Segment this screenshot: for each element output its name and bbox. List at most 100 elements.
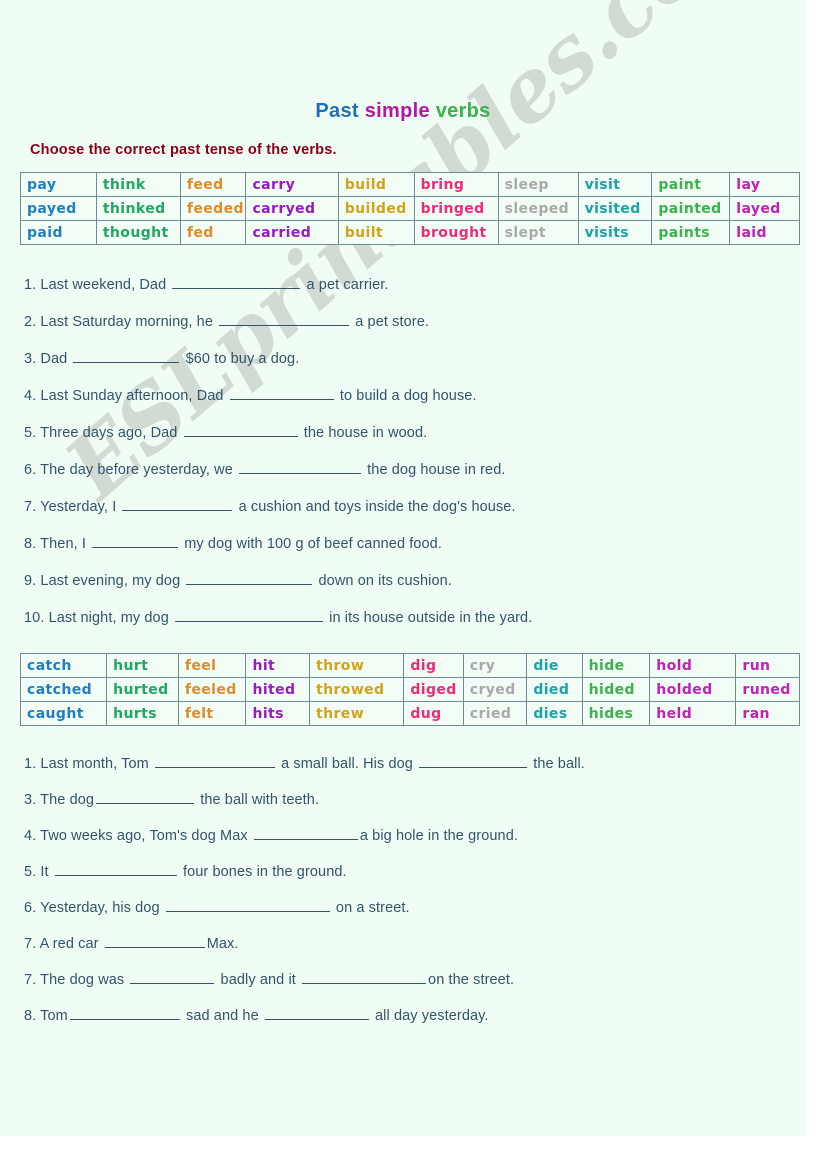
exercise-text: a pet store. xyxy=(351,314,429,330)
exercise-text: 6. Yesterday, his dog xyxy=(24,900,164,916)
verb-cell: cried xyxy=(462,701,528,726)
answer-blank[interactable] xyxy=(130,969,215,984)
verb-table-1: pay think feed carry build bring sleep visit pai… xyxy=(20,172,800,245)
verb-cell: hurted xyxy=(106,677,179,702)
verb-cell: brought xyxy=(413,220,499,245)
answer-blank[interactable] xyxy=(419,753,528,768)
title-part-verbs: verbs xyxy=(435,100,491,122)
verb-cell: holded xyxy=(649,677,737,702)
verb-cell: visit xyxy=(577,172,653,197)
exercise-group-1: 1. Last weekend, Dad a pet carrier. 2. La… xyxy=(20,267,786,637)
exercise-text: a pet carrier. xyxy=(302,277,389,293)
exercise-text: my dog with 100 g of beef canned food. xyxy=(180,536,442,552)
exercise-text: $60 to buy a dog. xyxy=(181,351,300,367)
exercise-line: 6. The day before yesterday, we the dog … xyxy=(20,452,786,489)
exercise-text: 7. The dog was xyxy=(24,972,129,988)
exercise-text: down on its cushion. xyxy=(314,573,452,589)
exercise-line: 3. Dad $60 to buy a dog. xyxy=(20,341,786,378)
table-row: paid thought fed carried built brought slept vi… xyxy=(20,220,800,245)
exercise-text: 3. The dog xyxy=(24,792,95,808)
verb-cell: carried xyxy=(245,220,339,245)
answer-blank[interactable] xyxy=(73,348,180,363)
verb-cell: bring xyxy=(413,172,499,197)
table-row: catch hurt feel hit throw dig cry die hide hold ru… xyxy=(19,653,800,678)
verb-cell: caught xyxy=(19,701,108,726)
answer-blank[interactable] xyxy=(183,422,298,437)
exercise-line: 4. Last Sunday afternoon, Dad to build a… xyxy=(20,378,786,415)
table2-body: catch hurt feel hit throw dig cry die hide hold ru… xyxy=(19,653,800,726)
exercise-text: the ball with teeth. xyxy=(196,792,320,808)
verb-cell: run xyxy=(735,653,800,678)
exercise-text: 1. Last month, Tom xyxy=(24,756,153,772)
answer-blank[interactable] xyxy=(302,969,427,984)
verb-cell: slept xyxy=(497,220,579,245)
verb-cell: held xyxy=(649,701,737,726)
verb-cell: die xyxy=(526,653,583,678)
verb-cell: threw xyxy=(309,701,405,726)
verb-cell: dig xyxy=(403,653,464,678)
answer-blank[interactable] xyxy=(253,825,358,840)
answer-blank[interactable] xyxy=(122,496,233,511)
exercise-text: 8. Tom xyxy=(24,1008,68,1024)
verb-cell: lay xyxy=(729,172,800,197)
answer-blank[interactable] xyxy=(54,861,177,876)
verb-table-2: catch hurt feel hit throw dig cry die hide hold ru… xyxy=(19,653,800,726)
exercise-line: 6. Yesterday, his dog on a street. xyxy=(20,890,786,926)
verb-cell: hold xyxy=(649,653,737,678)
exercise-text: the house in wood. xyxy=(299,425,428,441)
answer-blank[interactable] xyxy=(229,385,334,400)
table-row: payed thinked feeded carryed builded bringed s… xyxy=(20,196,800,221)
verb-cell: think xyxy=(95,172,181,197)
instruction-text: Choose the correct past tense of the ver… xyxy=(30,142,337,158)
verb-cell: hits xyxy=(245,701,311,726)
exercise-text: four bones in the ground. xyxy=(178,864,347,880)
verb-cell: paid xyxy=(20,220,97,245)
worksheet-page: ESLprintables.com Past simple verbs Choo… xyxy=(0,0,806,1136)
verb-cell: hit xyxy=(245,653,311,678)
exercise-text: a cushion and toys inside the dog's hous… xyxy=(234,499,516,515)
title-part-past: Past xyxy=(315,100,365,122)
verb-cell: sleep xyxy=(497,172,579,197)
exercise-line: 5. It four bones in the ground. xyxy=(20,854,786,890)
answer-blank[interactable] xyxy=(186,570,313,585)
page-title: Past simple verbs xyxy=(20,0,786,124)
exercise-text: Max. xyxy=(206,936,239,952)
verb-cell: felt xyxy=(177,701,247,726)
answer-blank[interactable] xyxy=(264,1005,369,1020)
exercise-text: 7. A red car xyxy=(24,936,103,952)
verb-cell: visited xyxy=(577,196,653,221)
verb-cell: catch xyxy=(19,653,108,678)
answer-blank[interactable] xyxy=(92,533,179,548)
verb-cell: feed xyxy=(179,172,247,197)
answer-blank[interactable] xyxy=(239,459,362,474)
answer-blank[interactable] xyxy=(172,274,301,289)
answer-blank[interactable] xyxy=(104,933,205,948)
exercise-text: on a street. xyxy=(331,900,410,916)
verb-cell: fed xyxy=(179,220,247,245)
answer-blank[interactable] xyxy=(69,1005,180,1020)
answer-blank[interactable] xyxy=(219,311,350,326)
verb-cell: hided xyxy=(581,677,651,702)
exercise-group-2: 1. Last month, Tom a small ball. His dog… xyxy=(20,746,786,1034)
answer-blank[interactable] xyxy=(165,897,330,912)
verb-cell: carryed xyxy=(245,196,339,221)
verb-cell: visits xyxy=(577,220,653,245)
exercise-text: 8. Then, I xyxy=(24,536,91,552)
table-row: pay think feed carry build bring sleep visit pai… xyxy=(20,172,800,197)
verb-cell: hide xyxy=(581,653,651,678)
title-part-simple: simple xyxy=(364,100,436,122)
exercise-line: 1. Last month, Tom a small ball. His dog… xyxy=(20,746,786,782)
verb-cell: sleeped xyxy=(497,196,579,221)
exercise-text: 2. Last Saturday morning, he xyxy=(24,314,218,330)
verb-cell: painted xyxy=(651,196,731,221)
verb-cell: dies xyxy=(526,701,583,726)
exercise-line: 9. Last evening, my dog down on its cush… xyxy=(20,563,786,600)
verb-cell: diged xyxy=(403,677,464,702)
exercise-line: 7. A red car Max. xyxy=(20,926,786,962)
answer-blank[interactable] xyxy=(175,607,323,622)
answer-blank[interactable] xyxy=(154,753,275,768)
answer-blank[interactable] xyxy=(96,789,195,804)
verb-cell: build xyxy=(337,172,415,197)
exercise-text: 4. Two weeks ago, Tom's dog Max xyxy=(24,828,252,844)
verb-cell: runed xyxy=(735,677,800,702)
